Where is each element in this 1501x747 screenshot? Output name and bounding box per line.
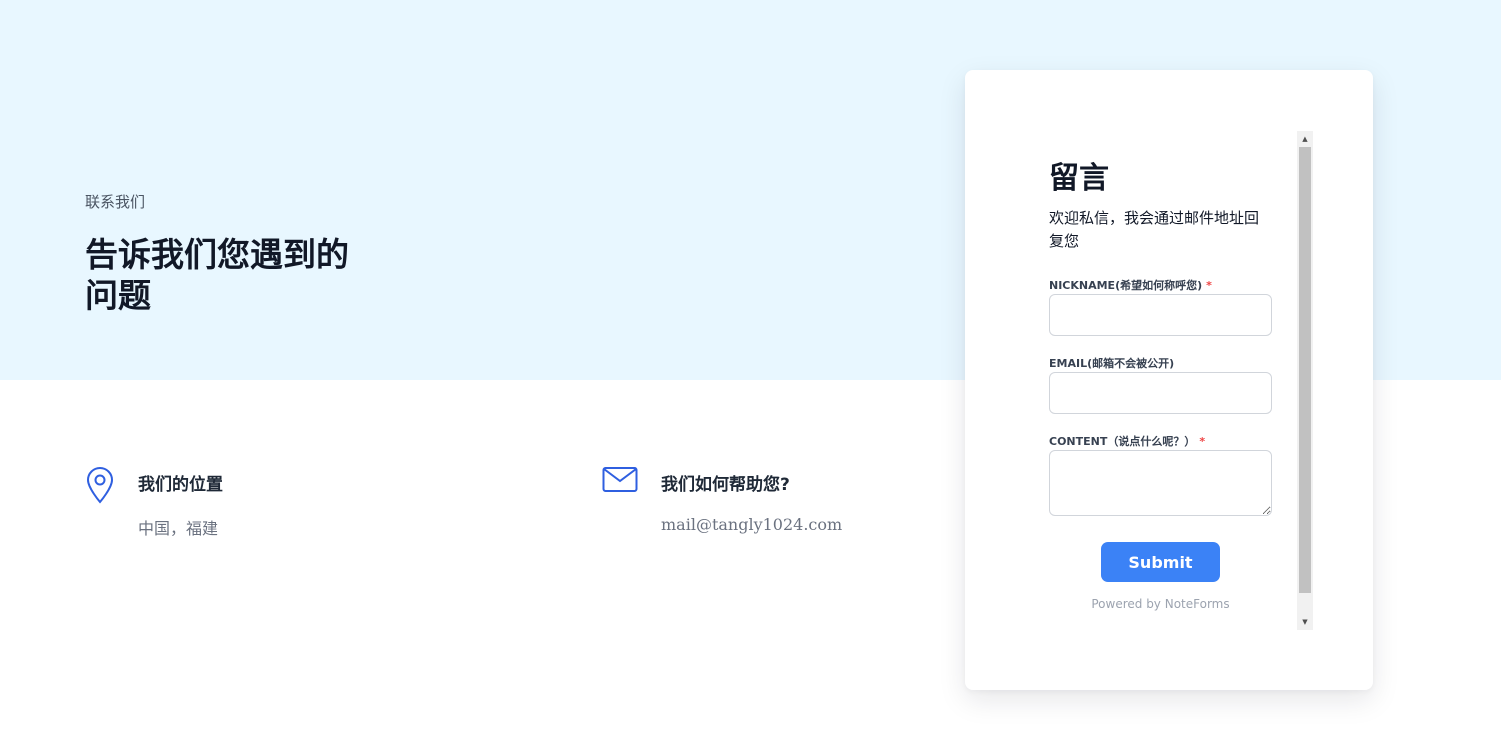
email-title: 我们如何帮助您? [661,475,790,495]
location-title: 我们的位置 [138,475,223,495]
submit-button[interactable]: Submit [1101,542,1220,582]
form-scrollbar[interactable]: ▲ ▼ [1297,131,1313,630]
location-value: 中国，福建 [138,519,219,538]
scroll-down-arrow-icon[interactable]: ▼ [1297,614,1313,630]
content-label: CONTENT（说点什么呢？） * [1049,433,1205,449]
scroll-thumb[interactable] [1299,147,1311,593]
embedded-form-frame: 留言 欢迎私信，我会通过邮件地址回复您 NICKNAME(希望如何称呼您) * E… [1032,131,1313,630]
form-title: 留言 [1049,161,1109,196]
email-label-text: EMAIL(邮箱不会被公开) [1049,357,1175,370]
page-headline: 告诉我们您遇到的问题 [85,235,349,315]
nickname-label-text: NICKNAME(希望如何称呼您) [1049,279,1203,292]
required-mark: * [1199,435,1206,448]
location-pin-icon [86,467,114,504]
nickname-label: NICKNAME(希望如何称呼您) * [1049,277,1212,293]
nickname-input[interactable] [1049,294,1272,336]
envelope-icon [602,467,638,492]
required-mark: * [1206,279,1212,292]
email-input[interactable] [1049,372,1272,414]
contact-page: 联系我们 告诉我们您遇到的问题 我们的位置 中国，福建 我们如何帮助您? mai… [0,0,1501,747]
scroll-up-arrow-icon[interactable]: ▲ [1297,131,1313,147]
content-label-text: CONTENT（说点什么呢？） [1049,435,1196,448]
section-eyebrow: 联系我们 [85,193,146,211]
form-description: 欢迎私信，我会通过邮件地址回复您 [1049,209,1260,250]
content-textarea[interactable] [1049,450,1272,516]
email-link[interactable]: mail@tangly1024.com [661,515,842,534]
email-label: EMAIL(邮箱不会被公开) [1049,355,1174,371]
powered-by-text: Powered by NoteForms [1091,597,1230,611]
